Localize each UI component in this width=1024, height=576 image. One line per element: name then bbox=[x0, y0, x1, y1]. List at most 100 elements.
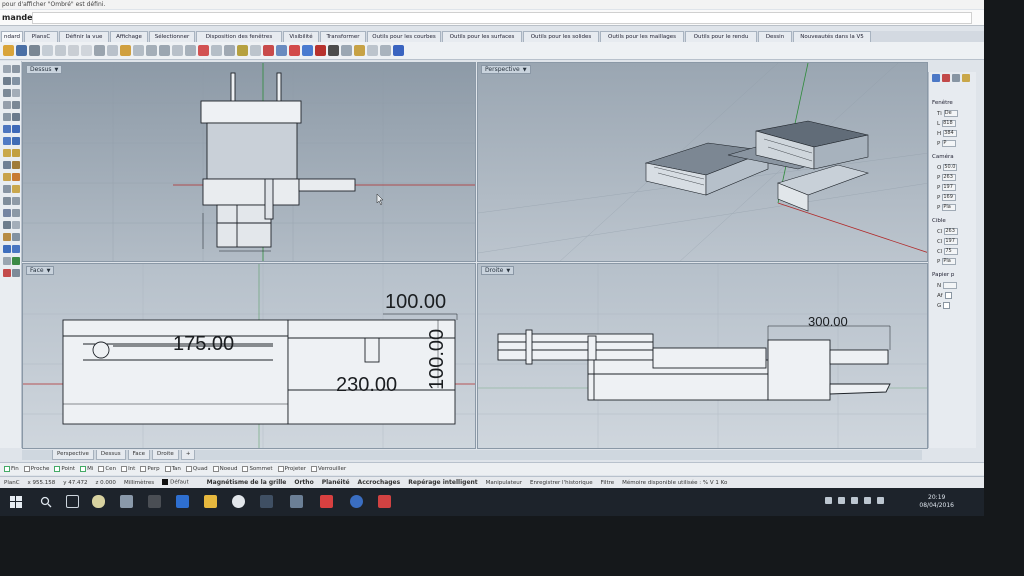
field-box[interactable]: P bbox=[942, 140, 957, 147]
osnap-checkbox[interactable] bbox=[311, 466, 318, 472]
field-box[interactable] bbox=[943, 282, 958, 289]
viewport-top[interactable]: Dessus ▼ bbox=[22, 62, 476, 262]
viewport-tab-perspective[interactable]: Perspective bbox=[52, 450, 94, 460]
zoom-window-icon[interactable] bbox=[146, 45, 157, 56]
osnap-item[interactable]: Proche bbox=[23, 466, 49, 472]
render-tools-icon[interactable] bbox=[12, 245, 20, 253]
fillet-icon[interactable] bbox=[12, 149, 20, 157]
render-window-icon[interactable] bbox=[302, 45, 313, 56]
layers-tab-icon[interactable] bbox=[942, 74, 950, 82]
help-tab-icon[interactable] bbox=[962, 74, 970, 82]
dimension-icon[interactable] bbox=[3, 233, 11, 241]
copy-object-icon[interactable] bbox=[12, 197, 20, 205]
light-icon[interactable] bbox=[263, 45, 274, 56]
line-icon[interactable] bbox=[3, 77, 11, 85]
osnap-toggle[interactable]: Accrochages bbox=[358, 479, 401, 486]
ghosted-icon[interactable] bbox=[341, 45, 352, 56]
viewport-tab-add[interactable]: + bbox=[180, 450, 196, 460]
tab-viewport-layout[interactable]: Disposition des fenêtres bbox=[196, 31, 282, 42]
help-icon[interactable] bbox=[393, 45, 404, 56]
field-box[interactable]: 50.0 bbox=[943, 164, 958, 171]
polyline-icon[interactable] bbox=[12, 77, 20, 85]
snap-icon[interactable] bbox=[380, 45, 391, 56]
smart-track-toggle[interactable]: Repérage intelligent bbox=[408, 479, 477, 486]
field-box[interactable]: 263 bbox=[944, 228, 959, 235]
copy-icon[interactable] bbox=[68, 45, 79, 56]
gumball-toggle[interactable]: Manipulateur bbox=[486, 480, 522, 486]
rotate-icon[interactable] bbox=[3, 209, 11, 217]
mirror-icon[interactable] bbox=[3, 221, 11, 229]
arc-icon[interactable] bbox=[3, 101, 11, 109]
osnap-checkbox[interactable] bbox=[164, 466, 171, 472]
zoom-selected-icon[interactable] bbox=[172, 45, 183, 56]
grid-snap-toggle[interactable]: Magnétisme de la grille bbox=[207, 479, 287, 486]
osnap-checkbox[interactable] bbox=[185, 466, 192, 472]
osnap-item[interactable]: Projeter bbox=[277, 466, 306, 472]
osnap-checkbox[interactable] bbox=[212, 466, 219, 472]
viewport-front[interactable]: 175.00 230.00 100.00 100.00 Face ▼ bbox=[22, 263, 476, 449]
display-tab-icon[interactable] bbox=[952, 74, 960, 82]
record-history-toggle[interactable]: Enregistrer l'historique bbox=[530, 480, 593, 486]
solid-box-icon[interactable] bbox=[3, 137, 11, 145]
split-icon[interactable] bbox=[3, 173, 11, 181]
osnap-item[interactable]: Fin bbox=[4, 466, 19, 472]
cage-edit-icon[interactable] bbox=[3, 257, 11, 265]
text-icon[interactable] bbox=[12, 233, 20, 241]
trim-icon[interactable] bbox=[12, 161, 20, 169]
wallpaper-gray-checkbox[interactable] bbox=[943, 302, 951, 309]
viewport-tab-top[interactable]: Dessus bbox=[95, 450, 126, 460]
lightbulb-icon[interactable] bbox=[92, 495, 105, 508]
scale-icon[interactable] bbox=[12, 209, 20, 217]
zoom-icon[interactable] bbox=[133, 45, 144, 56]
lock-icon[interactable] bbox=[237, 45, 248, 56]
tray-arrow-icon[interactable] bbox=[825, 497, 832, 504]
paste-icon[interactable] bbox=[81, 45, 92, 56]
viewport-right-label[interactable]: Droite ▼ bbox=[481, 266, 515, 275]
hide-icon[interactable] bbox=[250, 45, 261, 56]
move-icon[interactable] bbox=[3, 197, 11, 205]
extrude-icon[interactable] bbox=[12, 125, 20, 133]
osnap-checkbox[interactable] bbox=[121, 466, 128, 472]
circle-icon[interactable] bbox=[12, 89, 20, 97]
cplane-icon[interactable] bbox=[185, 45, 196, 56]
filter-toggle[interactable]: Filtre bbox=[601, 480, 615, 486]
viewport-top-label[interactable]: Dessus ▼ bbox=[26, 65, 63, 74]
mesh-icon[interactable] bbox=[3, 149, 11, 157]
group-icon[interactable] bbox=[12, 185, 20, 193]
osnap-item[interactable]: Perp bbox=[140, 466, 160, 472]
rotate-view-icon[interactable] bbox=[120, 45, 131, 56]
save-icon[interactable] bbox=[16, 45, 27, 56]
viewport-tab-right[interactable]: Droite bbox=[152, 450, 179, 460]
ortho-toggle[interactable]: Ortho bbox=[294, 479, 313, 486]
shaded-icon[interactable] bbox=[315, 45, 326, 56]
field-box[interactable]: 384 bbox=[943, 130, 958, 137]
cut-icon[interactable] bbox=[55, 45, 66, 56]
file-explorer-icon[interactable] bbox=[204, 495, 217, 508]
taskbar-clock[interactable]: 20:19 08/04/2016 bbox=[919, 494, 954, 510]
planar-toggle[interactable]: Planéité bbox=[322, 479, 350, 486]
tab-curve-tools[interactable]: Outils pour les courbes bbox=[367, 31, 441, 42]
render-icon[interactable] bbox=[289, 45, 300, 56]
layer-icon[interactable] bbox=[211, 45, 222, 56]
rhino-app-icon[interactable] bbox=[176, 495, 189, 508]
tab-solid-tools[interactable]: Outils pour les solides bbox=[523, 31, 599, 42]
status-cplane[interactable]: PlanC bbox=[4, 480, 20, 486]
osnap-checkbox[interactable] bbox=[98, 466, 105, 472]
osnap-checkbox[interactable] bbox=[80, 466, 87, 472]
tab-mesh-tools[interactable]: Outils pour les maillages bbox=[600, 31, 684, 42]
options-icon[interactable] bbox=[354, 45, 365, 56]
wallpaper-show-checkbox[interactable] bbox=[944, 292, 952, 299]
field-box[interactable]: Pla bbox=[942, 204, 957, 211]
osnap-item[interactable]: Mi bbox=[80, 466, 93, 472]
material-icon[interactable] bbox=[276, 45, 287, 56]
media-icon[interactable] bbox=[260, 495, 273, 508]
tray-volume-icon[interactable] bbox=[851, 497, 858, 504]
app-icon[interactable] bbox=[120, 495, 133, 508]
boolean-icon[interactable] bbox=[3, 161, 11, 169]
field-box[interactable]: Pla bbox=[942, 258, 957, 265]
undo-icon[interactable] bbox=[94, 45, 105, 56]
osnap-item[interactable]: Cen bbox=[98, 466, 116, 472]
polygon-icon[interactable] bbox=[12, 113, 20, 121]
status-layer[interactable]: Défaut bbox=[162, 479, 189, 486]
array-icon[interactable] bbox=[12, 221, 20, 229]
